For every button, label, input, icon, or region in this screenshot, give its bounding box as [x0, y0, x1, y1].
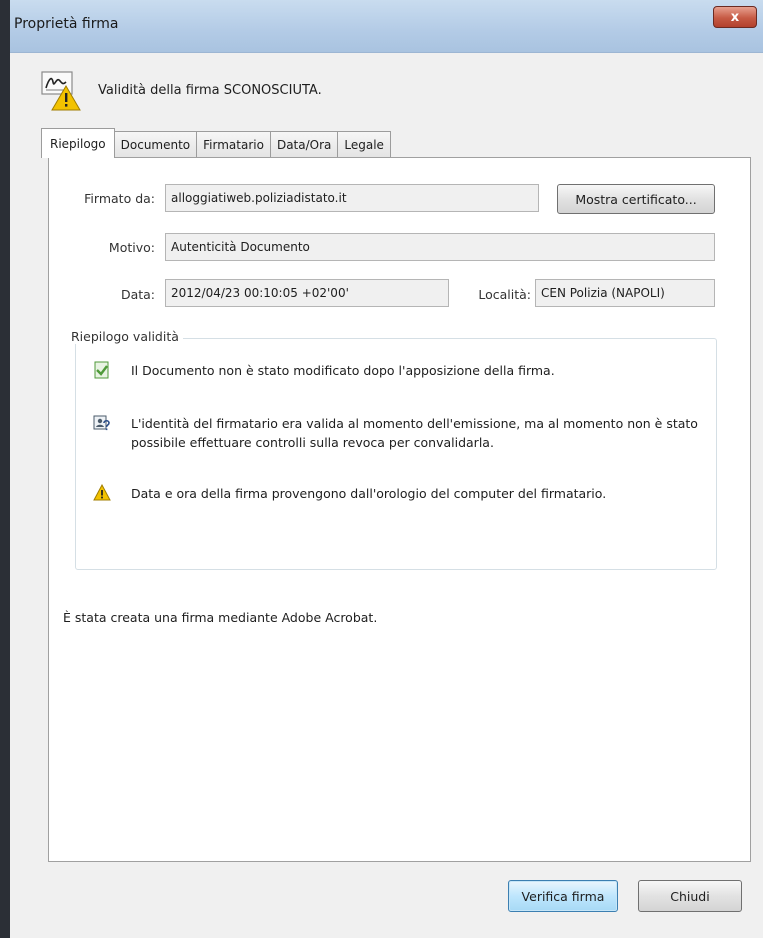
signed-by-field[interactable]: alloggiatiweb.poliziadistato.it	[165, 184, 539, 212]
validity-item-unmodified: Il Documento non è stato modificato dopo…	[93, 361, 723, 381]
validity-summary-title: Riepilogo validità	[67, 329, 183, 344]
tab-firmatario[interactable]: Firmatario	[196, 131, 271, 158]
show-certificate-button[interactable]: Mostra certificato...	[557, 184, 715, 214]
reason-label: Motivo:	[108, 240, 155, 255]
document-check-icon	[94, 361, 109, 379]
signature-unknown-icon	[41, 71, 81, 111]
creation-note: È stata creata una firma mediante Adobe …	[63, 610, 378, 625]
signature-status-text: Validità della firma SCONOSCIUTA.	[98, 83, 322, 98]
title-bar[interactable]: Proprietà firma x	[10, 0, 763, 53]
close-button[interactable]: Chiudi	[638, 880, 742, 912]
location-label: Località:	[478, 287, 531, 302]
date-label: Data:	[120, 287, 155, 302]
validity-text: Il Documento non è stato modificato dopo…	[131, 363, 555, 378]
tab-documento[interactable]: Documento	[113, 131, 198, 158]
tab-data-ora[interactable]: Data/Ora	[269, 131, 339, 158]
signer-question-icon	[93, 415, 110, 431]
signature-properties-dialog: Proprietà firma x Validità della firma S…	[0, 0, 763, 938]
tab-riepilogo[interactable]: Riepilogo	[41, 128, 115, 158]
location-field[interactable]: CEN Polizia (NAPOLI)	[535, 279, 715, 307]
signed-by-label: Firmato da:	[84, 191, 155, 206]
tab-legale[interactable]: Legale	[337, 131, 391, 158]
validity-item-signer-identity: L'identità del firmatario era valida al …	[93, 414, 723, 454]
validity-item-timestamp: Data e ora della firma provengono dall'o…	[93, 484, 723, 504]
reason-field[interactable]: Autenticità Documento	[165, 233, 715, 261]
validity-text: L'identità del firmatario era valida al …	[131, 416, 698, 450]
close-window-button[interactable]: x	[713, 6, 757, 28]
warning-icon	[93, 484, 111, 501]
close-icon: x	[730, 9, 740, 25]
summary-panel: Firmato da: alloggiatiweb.poliziadistato…	[48, 157, 751, 862]
date-field[interactable]: 2012/04/23 00:10:05 +02'00'	[165, 279, 449, 307]
window-title: Proprietà firma	[14, 16, 119, 32]
tab-bar: Riepilogo Documento Firmatario Data/Ora …	[41, 128, 391, 158]
verify-signature-button[interactable]: Verifica firma	[508, 880, 618, 912]
validity-text: Data e ora della firma provengono dall'o…	[131, 486, 607, 501]
